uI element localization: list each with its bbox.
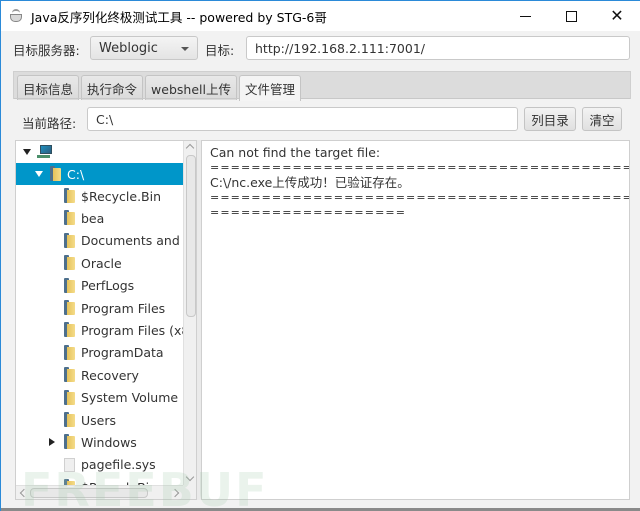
tree-item-label: $Recycle.Bin [81, 188, 162, 204]
server-type-dropdown[interactable]: Weblogic [90, 36, 198, 60]
tree-folder-item[interactable]: Oracle [16, 252, 183, 274]
clear-button[interactable]: 清空 [582, 107, 622, 131]
tree-file-item[interactable]: pagefile.sys [16, 454, 183, 476]
tree-item-label: pagefile.sys [81, 457, 156, 473]
tab-target-info[interactable]: 目标信息 [17, 75, 80, 100]
minimize-button[interactable] [502, 1, 548, 31]
output-separator: ========================================… [210, 161, 630, 174]
scrollbar-thumb[interactable] [30, 488, 148, 498]
tree-horizontal-scrollbar[interactable] [16, 485, 183, 499]
folder-icon [64, 255, 75, 271]
tree-folder-item[interactable]: Windows [16, 431, 183, 453]
tree-folder-item[interactable]: Program Files [16, 297, 183, 319]
output-separator: =================== [210, 206, 407, 219]
tree-folder-item[interactable]: Recovery [16, 364, 183, 386]
tree-item-label: Recovery [81, 367, 139, 383]
output-separator: ========================================… [210, 191, 630, 204]
tree-item-label: System Volume Ir [81, 390, 191, 406]
target-url-input[interactable]: http://192.168.2.111:7001/ [246, 36, 630, 60]
tree-item-label: Users [81, 412, 117, 428]
tree-item-label: ProgramData [81, 345, 164, 361]
tree-folder-item[interactable]: Users [16, 409, 183, 431]
folder-icon [64, 277, 75, 293]
chevron-down-icon [181, 47, 189, 51]
folder-icon [64, 412, 75, 427]
folder-icon [64, 188, 75, 203]
clear-label: 清空 [589, 112, 615, 128]
tree-folder-item[interactable]: System Volume Ir [16, 387, 191, 409]
computer-icon [37, 145, 52, 158]
tree-folder-item[interactable]: ProgramData [16, 342, 183, 364]
scroll-up-icon[interactable] [185, 143, 195, 153]
list-directory-label: 列目录 [531, 112, 569, 128]
tab-label: 执行命令 [87, 81, 138, 97]
output-line: Can not find the target file: [210, 145, 381, 160]
tree-vertical-scrollbar[interactable] [183, 141, 196, 485]
folder-icon [64, 434, 75, 450]
tree-folder-item[interactable]: Documents and S [16, 230, 192, 252]
tree-item-label: Documents and S [81, 233, 192, 249]
list-directory-button[interactable]: 列目录 [524, 107, 576, 131]
tree-drive-c[interactable]: C:\ [16, 163, 183, 185]
expand-toggle-icon[interactable] [35, 171, 43, 177]
folder-icon [64, 322, 75, 338]
target-row: 目标服务器: Weblogic 目标: http://192.168.2.111… [1, 36, 640, 60]
scroll-down-icon[interactable] [185, 472, 195, 482]
window-title: Java反序列化终极测试工具 -- powered by STG-6哥 [31, 9, 327, 25]
folder-icon [64, 389, 75, 405]
tree-root[interactable] [16, 141, 183, 163]
folder-icon [64, 210, 75, 226]
folder-icon [64, 344, 75, 360]
tab-webshell-upload[interactable]: webshell上传 [145, 75, 237, 100]
current-path-value: C:\ [96, 111, 114, 127]
current-path-label: 当前路径: [22, 116, 77, 131]
tree-folder-item[interactable]: bea [16, 207, 183, 229]
scroll-left-icon[interactable] [19, 488, 29, 498]
tree-item-label: PerfLogs [81, 278, 135, 294]
scrollbar-thumb[interactable] [186, 155, 196, 317]
window-controls: ✕ [502, 1, 640, 31]
minimize-icon [519, 15, 531, 17]
tree-item-label: bea [81, 210, 105, 226]
expand-toggle-icon[interactable] [49, 438, 55, 447]
java-coffee-cup-icon [8, 8, 26, 24]
server-label: 目标服务器: [13, 43, 80, 58]
target-label: 目标: [205, 43, 235, 58]
scroll-right-icon[interactable] [170, 488, 180, 498]
server-type-value: Weblogic [99, 40, 158, 56]
tree-folder-item[interactable]: $Recycle.Bin [16, 185, 183, 207]
tree-item-label: Oracle [81, 255, 122, 271]
tree-folder-item[interactable]: PerfLogs [16, 275, 183, 297]
expand-toggle-icon[interactable] [23, 149, 31, 155]
app-window: Java反序列化终极测试工具 -- powered by STG-6哥 ✕ 目标… [0, 0, 640, 511]
file-tree: C:\ $Recycle.Bin bea Documents and S Oracle… [15, 140, 197, 500]
output-line: C:\/nc.exe上传成功！已验证存在。 [210, 175, 410, 190]
tree-folder-item[interactable]: Program Files (x86 [16, 319, 196, 341]
close-icon: ✕ [610, 6, 624, 25]
scrollbar-corner [183, 485, 196, 499]
maximize-icon [565, 10, 577, 22]
tab-label: webshell上传 [151, 81, 231, 97]
folder-icon [64, 300, 75, 315]
file-icon [64, 457, 75, 472]
target-url-value: http://192.168.2.111:7001/ [255, 40, 425, 56]
tab-execute-command[interactable]: 执行命令 [81, 75, 144, 100]
title-bar: Java反序列化终极测试工具 -- powered by STG-6哥 ✕ [1, 1, 640, 31]
tree-item-label: Program Files (x86 [81, 322, 197, 338]
tree-item-label: Windows [81, 434, 137, 450]
folder-icon [64, 367, 75, 383]
tab-label: 目标信息 [23, 81, 74, 97]
tree-item-label: Program Files [81, 300, 166, 316]
output-text-area[interactable]: Can not find the target file: ==========… [201, 140, 630, 500]
tab-bar: 目标信息 执行命令 webshell上传 文件管理 [13, 71, 631, 101]
folder-icon [64, 232, 75, 248]
tab-label: 文件管理 [244, 82, 295, 97]
maximize-button[interactable] [548, 1, 594, 31]
current-path-input[interactable]: C:\ [87, 107, 518, 131]
tree-item-label: C:\ [67, 166, 85, 182]
tab-file-manager[interactable]: 文件管理 [238, 75, 301, 101]
close-button[interactable]: ✕ [594, 1, 640, 31]
folder-icon [50, 166, 61, 181]
